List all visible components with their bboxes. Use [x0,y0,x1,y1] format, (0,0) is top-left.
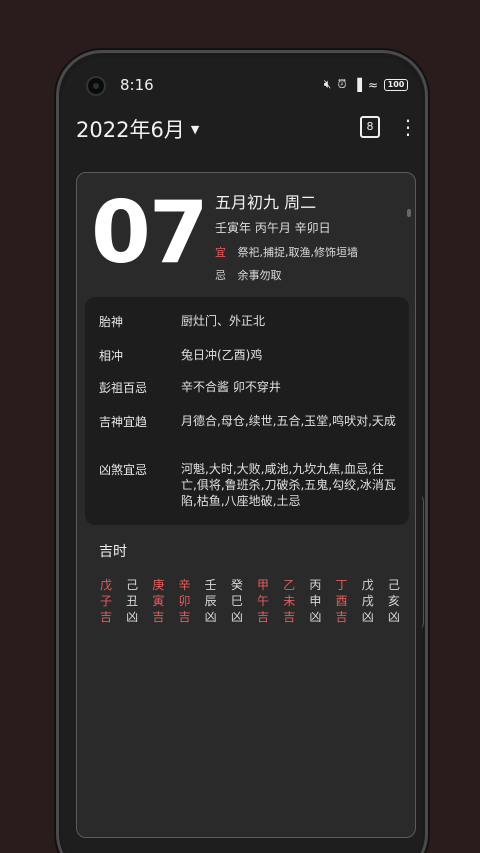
battery-icon: 100 [384,78,408,91]
jishi-hour-branch: 卯 [178,594,191,608]
jishi-hour-branch: 申 [309,594,322,608]
jishi-hour: 己丑凶 [121,577,143,625]
yi-label: 宜 [215,246,226,259]
alarm-icon: ⏰︎ [337,77,347,91]
month-title: 2022年6月 [76,118,185,142]
jishi-hour-stem: 乙 [283,578,296,592]
wifi-icon: ≈ [367,77,378,92]
jishi-hour: 庚寅吉 [147,577,169,625]
jishi-hour-stem: 己 [126,578,139,592]
jishi-hour-branch: 子 [99,594,112,608]
info-row-xiongsha: 凶煞宜忌 河魁,大时,大败,咸池,九坎九焦,血忌,往亡,俱将,鲁班杀,刀破杀,五… [99,461,399,509]
ganzhi-date: 壬寅年 丙午月 辛卯日 [215,221,331,235]
jishi-hour: 壬辰凶 [200,577,222,625]
jishi-hour-stem: 戊 [99,578,112,592]
lunar-date: 五月初九 周二 [215,193,317,212]
app-screen: 8:16 🔇︎ ⏰︎ ▐ ≈ 100 2022年6月 ▼ 8 ⋮ 07 五月初九… [62,58,422,853]
jishi-hour-luck: 凶 [361,610,374,624]
more-menu-icon[interactable]: ⋮ [398,114,418,140]
jishi-hour-branch: 午 [257,594,270,608]
jishi-hour-stem: 戊 [361,578,374,592]
caret-down-icon: ▼ [190,122,200,136]
jishi-hour-branch: 未 [283,594,296,608]
info-row-pengzu: 彭祖百忌 辛不合酱 卯不穿井 [99,379,399,396]
info-key: 吉神宜趋 [99,415,148,429]
yi-text: 祭祀,捕捉,取渔,修饰垣墙 [237,246,359,259]
ji-label: 忌 [215,269,226,282]
jishi-hour-luck: 凶 [230,610,243,624]
jishi-hour-branch: 丑 [126,594,139,608]
month-selector[interactable]: 2022年6月 ▼ [76,114,199,144]
jishi-hour-stem: 丁 [335,578,348,592]
jishi-hour-luck: 吉 [257,610,270,624]
scroll-indicator [407,209,411,217]
info-value: 辛不合酱 卯不穿井 [181,380,281,394]
yi-row: 宜 祭祀,捕捉,取渔,修饰垣墙 [215,244,358,260]
ji-text: 余事勿取 [237,269,282,282]
jishi-hour-branch: 酉 [335,594,348,608]
jishi-hours: 戊子吉己丑凶庚寅吉辛卯吉壬辰凶癸巳凶甲午吉乙未吉丙申凶丁酉吉戊戌凶己亥凶 [95,577,405,625]
info-key: 凶煞宜忌 [99,463,148,477]
jishi-hour: 甲午吉 [252,577,274,625]
info-value: 兔日冲(乙酉)鸡 [181,348,263,362]
jishi-hour: 乙未吉 [278,577,300,625]
info-row-taishen: 胎神 厨灶门、外正北 [99,313,399,330]
info-key: 彭祖百忌 [99,381,148,395]
jishi-hour-luck: 凶 [309,610,322,624]
jishi-hour: 辛卯吉 [174,577,196,625]
jishi-hour-luck: 吉 [178,610,191,624]
info-row-jishen: 吉神宜趋 月德合,母仓,续世,五合,玉堂,鸣吠对,天成 [99,413,399,430]
top-app-bar: 2022年6月 ▼ 8 ⋮ [62,110,422,150]
jishi-hour: 丙申凶 [304,577,326,625]
jishi-hour: 戊戌凶 [357,577,379,625]
info-value: 厨灶门、外正北 [181,314,266,328]
jishi-hour-luck: 吉 [335,610,348,624]
jishi-hour-branch: 亥 [387,594,400,608]
jishi-hour-luck: 凶 [204,610,217,624]
info-panel: 胎神 厨灶门、外正北 相冲 兔日冲(乙酉)鸡 彭祖百忌 辛不合酱 卯不穿井 吉神… [85,297,409,525]
jishi-hour-branch: 巳 [230,594,243,608]
jishi-hour-luck: 吉 [283,610,296,624]
jishi-hour-stem: 壬 [204,578,217,592]
jishi-hour: 癸巳凶 [226,577,248,625]
info-key: 相冲 [99,349,124,363]
jishi-hour-luck: 吉 [99,610,112,624]
jishi-hour-luck: 吉 [152,610,165,624]
signal-icon: ▐ [352,77,362,92]
mute-icon: 🔇︎ [323,77,332,91]
info-value: 河魁,大时,大败,咸池,九坎九焦,血忌,往亡,俱将,鲁班杀,刀破杀,五鬼,勾绞,… [181,462,396,508]
jishi-title: 吉时 [99,544,127,560]
jishi-hour: 戊子吉 [95,577,117,625]
jishi-hour-stem: 己 [387,578,400,592]
jishi-hour-branch: 寅 [152,594,165,608]
info-key: 胎神 [99,315,124,329]
jishi-hour-stem: 癸 [230,578,243,592]
today-calendar-button[interactable]: 8 [360,116,380,138]
day-detail-card: 07 五月初九 周二 壬寅年 丙午月 辛卯日 宜 祭祀,捕捉,取渔,修饰垣墙 忌… [76,172,416,838]
jishi-hour-stem: 甲 [257,578,270,592]
jishi-hour: 丁酉吉 [331,577,353,625]
jishi-hour-luck: 凶 [387,610,400,624]
day-number: 07 [91,183,209,283]
info-row-xiangchong: 相冲 兔日冲(乙酉)鸡 [99,347,399,364]
jishi-hour-stem: 辛 [178,578,191,592]
jishi-hour: 己亥凶 [383,577,405,625]
jishi-hour-stem: 庚 [152,578,165,592]
ji-row: 忌 余事勿取 [215,267,282,283]
front-camera [86,76,106,96]
jishi-hour-branch: 戌 [361,594,374,608]
status-bar: 8:16 🔇︎ ⏰︎ ▐ ≈ 100 [62,74,422,98]
jishi-hour-luck: 凶 [126,610,139,624]
jishi-hour-stem: 丙 [309,578,322,592]
jishi-hour-branch: 辰 [204,594,217,608]
info-value: 月德合,母仓,续世,五合,玉堂,鸣吠对,天成 [181,414,396,428]
status-time: 8:16 [120,76,154,94]
status-icons: 🔇︎ ⏰︎ ▐ ≈ 100 [324,77,408,92]
